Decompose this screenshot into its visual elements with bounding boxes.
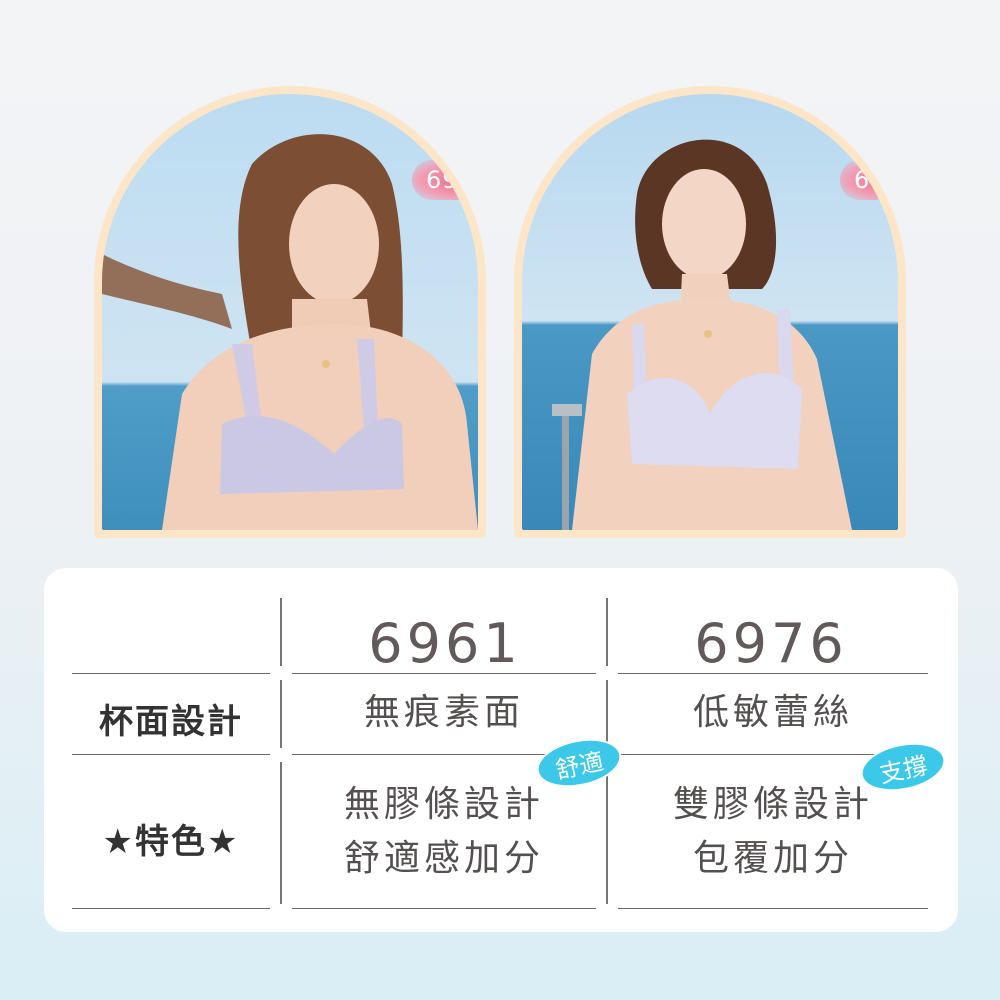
comparison-table: 6961 6976 杯面設計 無痕素面 低敏蕾絲 ★特色★ 無膠條設計 舒適感加… [44, 568, 958, 932]
row-label-cup-design: 杯面設計 [99, 702, 243, 742]
row-rule [618, 908, 928, 909]
page: { "products": { "left": { "model": "6961… [0, 0, 1000, 1000]
product-photo-6976: 6976 [522, 94, 898, 530]
divider [606, 762, 608, 904]
row-rule [618, 673, 928, 674]
row-rule [292, 673, 596, 674]
cell-6976-features: 雙膠條設計 包覆加分 [618, 778, 928, 886]
model-number-tag: 6976 [840, 160, 898, 200]
cell-6961-cup-design: 無痕素面 [363, 692, 524, 733]
feature-line: 包覆加分 [692, 838, 853, 879]
row-rule [72, 754, 270, 755]
divider [280, 762, 282, 904]
row-rule [72, 908, 270, 909]
divider [280, 598, 282, 666]
divider [280, 680, 282, 748]
product-photo-frame-6961: 6961 [94, 86, 486, 538]
column-header-6976: 6976 [694, 612, 848, 675]
feature-line: 舒適感加分 [343, 838, 544, 879]
row-rule [72, 673, 270, 674]
model-photo-image [102, 94, 478, 530]
product-photo-6961: 6961 [102, 94, 478, 530]
divider [606, 680, 608, 748]
row-rule [292, 908, 596, 909]
feature-line: 無膠條設計 [343, 784, 544, 825]
row-label-features: ★特色★ [102, 822, 240, 862]
model-photo-image [522, 94, 898, 530]
cell-6961-features: 無膠條設計 舒適感加分 [292, 778, 596, 886]
cell-6976-cup-design: 低敏蕾絲 [692, 692, 853, 733]
divider [606, 598, 608, 666]
product-photo-frame-6976: 6976 [514, 86, 906, 538]
column-header-6961: 6961 [368, 612, 522, 675]
model-number-tag: 6961 [412, 160, 478, 200]
